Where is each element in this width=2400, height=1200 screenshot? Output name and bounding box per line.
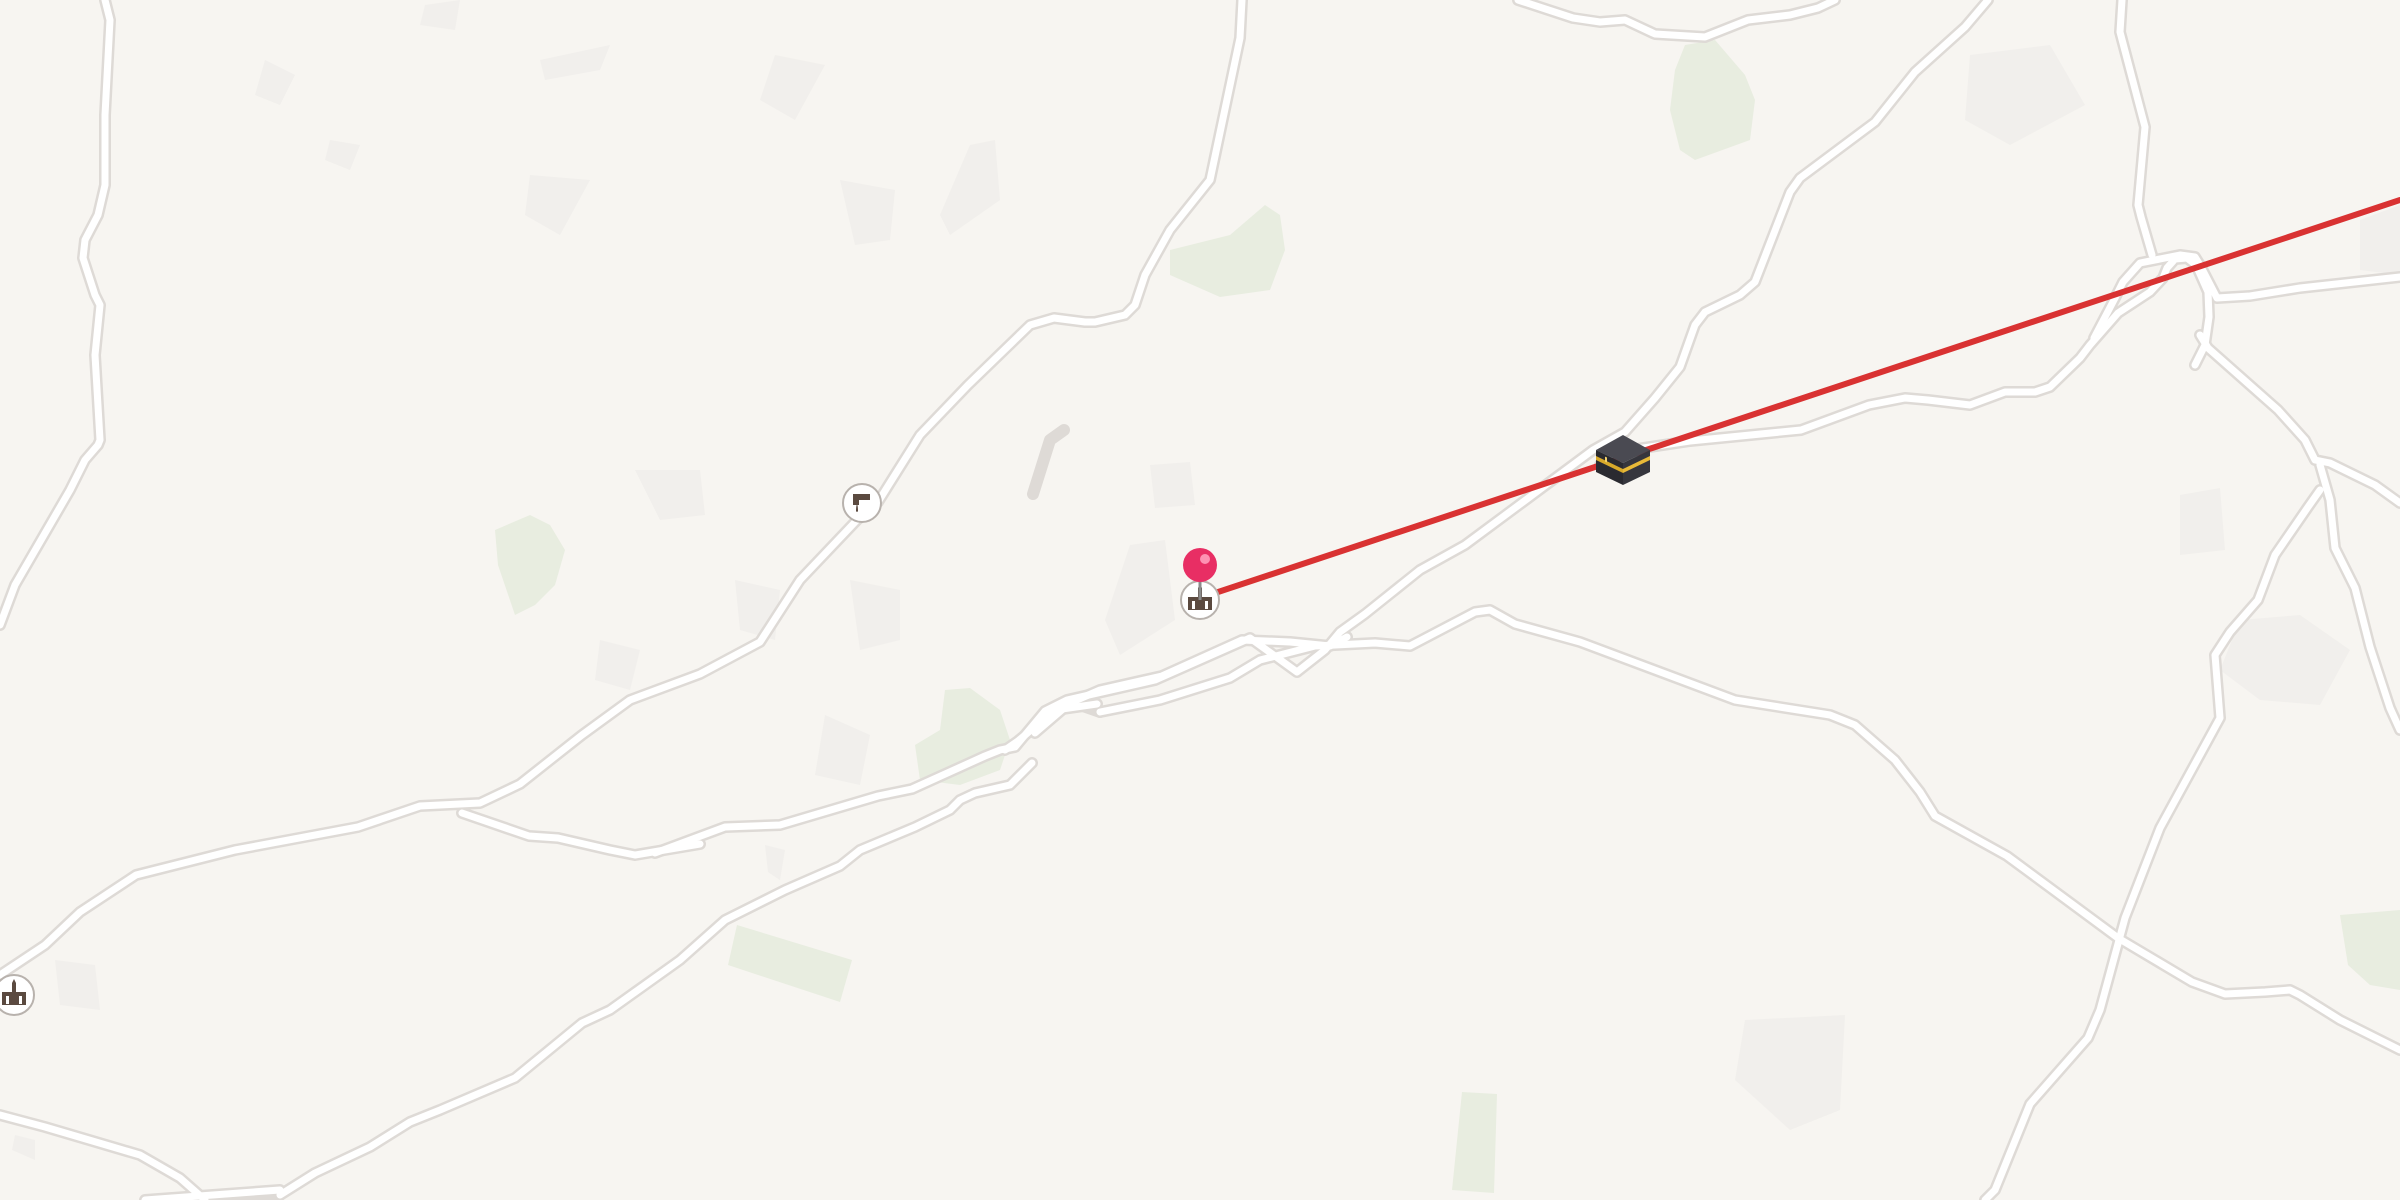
mosque-marker[interactable] [0, 974, 35, 1016]
map-canvas[interactable] [0, 0, 2400, 1200]
map-pin-icon [1183, 548, 1217, 582]
water-tap-marker[interactable] [842, 483, 882, 523]
